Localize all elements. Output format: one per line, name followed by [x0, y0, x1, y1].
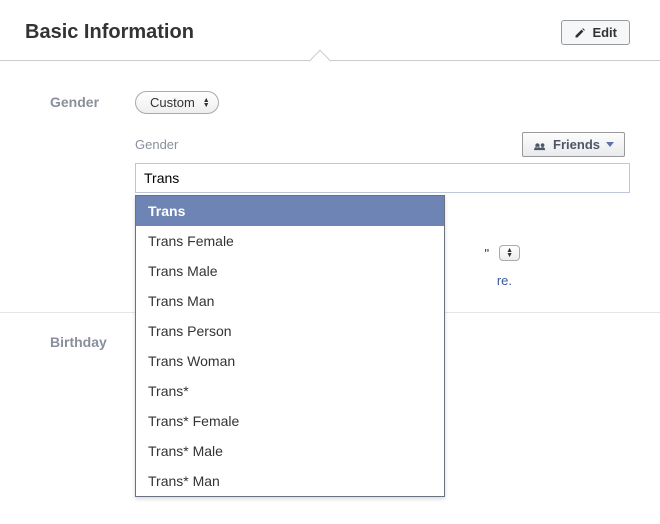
edit-label: Edit [592, 25, 617, 40]
audience-selector[interactable]: Friends [522, 132, 625, 157]
gender-content: Custom ▲▼ Gender Friends TransTrans Fema… [135, 91, 630, 288]
obscured-stepper[interactable]: ▲▼ [499, 245, 520, 261]
dropdown-item[interactable]: Trans Person [136, 316, 444, 346]
dropdown-item[interactable]: Trans Female [136, 226, 444, 256]
birthday-label: Birthday [50, 331, 135, 350]
dropdown-item[interactable]: Trans Woman [136, 346, 444, 376]
custom-gender-header: Gender Friends [135, 132, 630, 157]
caret-down-icon [606, 142, 614, 147]
gender-select[interactable]: Custom ▲▼ [135, 91, 219, 114]
pencil-icon [574, 27, 586, 39]
gender-autocomplete-dropdown: TransTrans FemaleTrans MaleTrans ManTran… [135, 195, 445, 497]
gender-input[interactable] [135, 163, 630, 193]
edit-button[interactable]: Edit [561, 20, 630, 45]
section-title: Basic Information [25, 21, 194, 44]
dropdown-item[interactable]: Trans [136, 196, 444, 226]
friends-icon [533, 139, 547, 151]
updown-icon: ▲▼ [203, 98, 210, 108]
dropdown-item[interactable]: Trans* Male [136, 436, 444, 466]
gender-label: Gender [50, 91, 135, 110]
updown-icon: ▲▼ [506, 248, 513, 258]
section-header: Basic Information Edit [0, 0, 660, 61]
quote-fragment: " [484, 246, 489, 261]
dropdown-item[interactable]: Trans* [136, 376, 444, 406]
custom-gender-label: Gender [135, 137, 178, 152]
gender-select-value: Custom [150, 95, 195, 110]
dropdown-item[interactable]: Trans Man [136, 286, 444, 316]
dropdown-item[interactable]: Trans* Female [136, 406, 444, 436]
audience-label: Friends [553, 137, 600, 152]
gender-row: Gender Custom ▲▼ Gender Friends TransTra… [50, 91, 630, 288]
dropdown-item[interactable]: Trans* Man [136, 466, 444, 496]
custom-gender-block: Gender Friends TransTrans FemaleTrans Ma… [135, 132, 630, 193]
dropdown-item[interactable]: Trans Male [136, 256, 444, 286]
form-section: Gender Custom ▲▼ Gender Friends TransTra… [0, 61, 660, 380]
